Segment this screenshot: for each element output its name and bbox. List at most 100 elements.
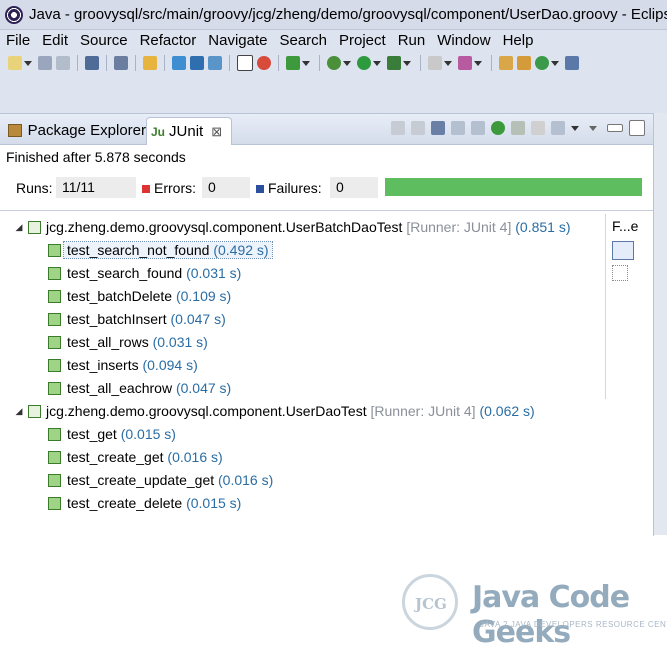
junit-suite-icon <box>28 404 41 418</box>
test-case-row[interactable]: test_batchDelete (0.109 s) <box>48 285 231 307</box>
tab-junit[interactable]: Ju JUnit ⊠ <box>146 117 232 145</box>
external-tools-icon[interactable] <box>458 56 472 70</box>
next-failure-icon[interactable] <box>391 121 405 135</box>
toggle-mark-icon[interactable] <box>237 55 253 71</box>
new-package-icon[interactable] <box>499 56 513 70</box>
filter-stack-trace-icon[interactable] <box>612 241 634 260</box>
stop-icon[interactable] <box>428 56 442 70</box>
run-dropdown-icon[interactable] <box>373 60 381 66</box>
debug-icon[interactable] <box>327 56 341 70</box>
new-class-icon[interactable] <box>517 56 531 70</box>
menu-help[interactable]: Help <box>497 32 540 49</box>
menu-edit[interactable]: Edit <box>36 32 74 49</box>
new-icon[interactable] <box>8 56 22 70</box>
junit-test-passed-icon <box>48 335 61 349</box>
test-time: (0.016 s) <box>167 449 223 465</box>
rerun-test-icon[interactable] <box>491 121 505 135</box>
coverage-icon[interactable] <box>387 56 401 70</box>
junit-test-passed-icon <box>48 266 61 280</box>
watermark-brand: Java Code Geeks <box>472 580 630 650</box>
failures-label: Failures: <box>268 180 322 196</box>
test-case-row[interactable]: test_inserts (0.094 s) <box>48 354 198 376</box>
previous-failure-icon[interactable] <box>411 121 425 135</box>
minimize-icon[interactable] <box>607 124 623 132</box>
window-title: Java - groovysql/src/main/groovy/jcg/zhe… <box>29 6 667 23</box>
stop-test-icon[interactable] <box>531 121 545 135</box>
menu-source[interactable]: Source <box>74 32 134 49</box>
collapse-arrow-icon[interactable]: ◢ <box>14 222 24 233</box>
test-case-row[interactable]: test_all_eachrow (0.047 s) <box>48 377 231 399</box>
task-icon[interactable] <box>208 56 222 70</box>
junit-test-passed-icon <box>48 358 61 372</box>
debug-dropdown-icon[interactable] <box>343 60 351 66</box>
compare-results-icon[interactable] <box>612 265 628 281</box>
open-type-icon[interactable] <box>143 56 157 70</box>
history-dropdown-icon[interactable] <box>571 125 579 131</box>
java-code-geeks-watermark: JCG Java Code Geeks JAVA 2 JAVA DEVELOPE… <box>400 572 667 650</box>
test-case-row[interactable]: test_create_get (0.016 s) <box>48 446 223 468</box>
tab-package-explorer-label: Package Explorer <box>27 122 146 139</box>
web-browser-icon[interactable] <box>257 56 271 70</box>
test-time: (0.094 s) <box>142 357 198 373</box>
test-case-row[interactable]: test_create_delete (0.015 s) <box>48 492 241 514</box>
collapse-arrow-icon[interactable]: ◢ <box>14 406 24 417</box>
toolbar-separator <box>491 55 492 71</box>
open-perspective-icon[interactable] <box>565 56 579 70</box>
menu-window[interactable]: Window <box>431 32 496 49</box>
skip-breakpoints-icon[interactable] <box>114 56 128 70</box>
junit-test-passed-icon <box>48 312 61 326</box>
test-case-row[interactable]: test_all_rows (0.031 s) <box>48 331 208 353</box>
menu-project[interactable]: Project <box>333 32 392 49</box>
junit-test-passed-icon <box>48 496 61 510</box>
test-case-row[interactable]: test_batchInsert (0.047 s) <box>48 308 226 330</box>
run-icon[interactable] <box>357 56 371 70</box>
stop-dropdown-icon[interactable] <box>444 60 452 66</box>
new-dropdown-icon[interactable] <box>24 60 32 66</box>
test-case-row[interactable]: test_search_found (0.031 s) <box>48 262 241 284</box>
test-case-label: test_search_found (0.031 s) <box>67 265 241 281</box>
test-time: (0.109 s) <box>175 288 232 304</box>
search-icon[interactable] <box>190 56 204 70</box>
save-all-icon[interactable] <box>56 56 70 70</box>
menu-navigate[interactable]: Navigate <box>202 32 273 49</box>
external-tools-dropdown-icon[interactable] <box>474 60 482 66</box>
failures-counter: Failures: <box>256 180 322 196</box>
menu-run[interactable]: Run <box>392 32 432 49</box>
test-name: test_all_eachrow <box>67 380 173 396</box>
menu-file[interactable]: File <box>0 32 36 49</box>
rerun-failed-first-icon[interactable] <box>511 121 525 135</box>
test-case-row[interactable]: test_search_not_found (0.492 s) <box>48 239 273 261</box>
maximize-icon[interactable] <box>629 120 645 136</box>
scroll-lock-icon[interactable] <box>451 121 465 135</box>
test-suite-row[interactable]: ◢ jcg.zheng.demo.groovysql.component.User… <box>14 216 571 238</box>
menu-refactor[interactable]: Refactor <box>134 32 203 49</box>
server-icon[interactable] <box>286 56 300 70</box>
jcg-logo-text: JCG <box>415 595 447 613</box>
divider <box>0 210 653 211</box>
close-icon[interactable]: ⊠ <box>211 124 222 140</box>
test-case-row[interactable]: test_create_update_get (0.016 s) <box>48 469 273 491</box>
test-suite-row[interactable]: ◢ jcg.zheng.demo.groovysql.component.User… <box>14 400 535 422</box>
show-failures-only-icon[interactable] <box>431 121 445 135</box>
junit-view-toolbar <box>391 120 645 136</box>
test-case-label: test_create_update_get (0.016 s) <box>67 472 273 488</box>
errors-value: 0 <box>202 177 250 198</box>
jcg-logo: JCG <box>402 574 458 630</box>
toolbar-separator <box>164 55 165 71</box>
server-dropdown-icon[interactable] <box>302 60 310 66</box>
menu-search[interactable]: Search <box>273 32 333 49</box>
save-icon[interactable] <box>38 56 52 70</box>
suite-time: (0.851 s) <box>515 219 571 235</box>
test-run-history-icon[interactable] <box>551 121 565 135</box>
hierarchy-icon[interactable] <box>172 56 186 70</box>
collapse-all-icon[interactable] <box>471 121 485 135</box>
terminal-icon[interactable] <box>85 56 99 70</box>
new-groovy-dropdown-icon[interactable] <box>551 60 559 66</box>
test-case-label: test_inserts (0.094 s) <box>67 357 198 373</box>
view-menu-icon[interactable] <box>589 125 597 131</box>
coverage-dropdown-icon[interactable] <box>403 60 411 66</box>
tab-package-explorer[interactable]: Package Explorer <box>4 117 146 144</box>
new-groovy-icon[interactable] <box>535 56 549 70</box>
test-case-row[interactable]: test_get (0.015 s) <box>48 423 176 445</box>
toolbar-separator <box>229 55 230 71</box>
